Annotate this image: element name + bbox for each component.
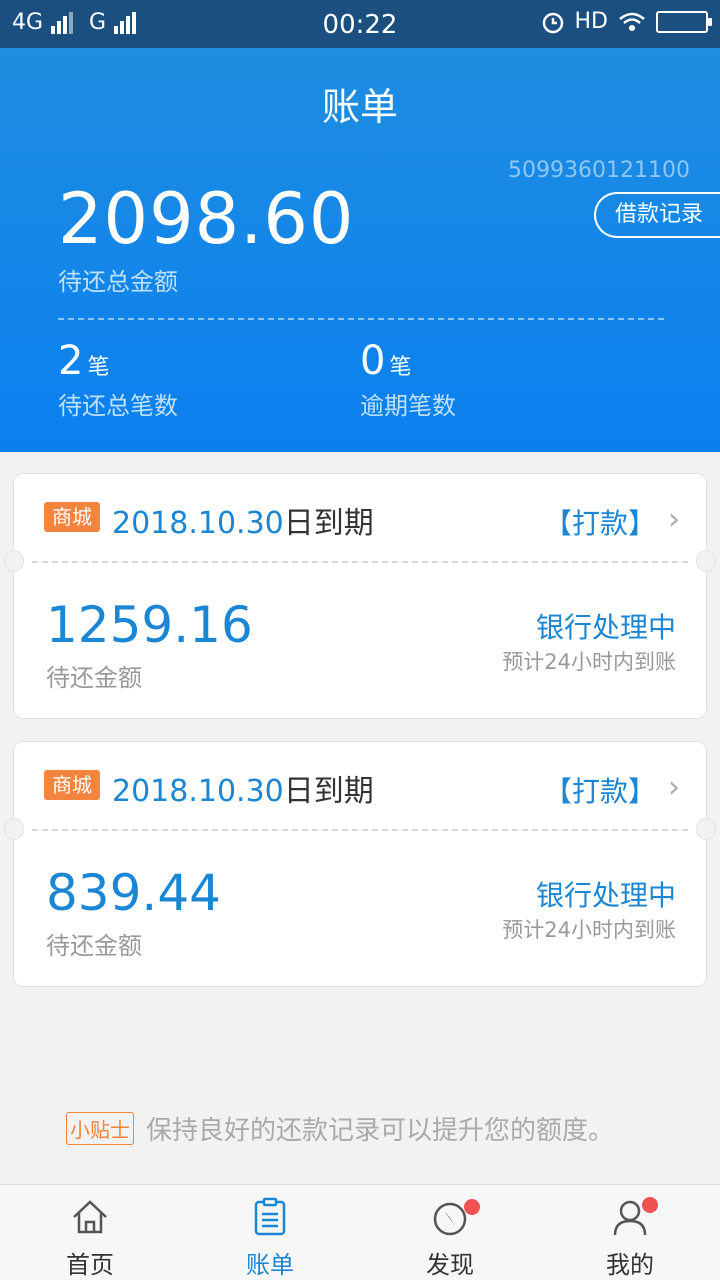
- card-notch: [696, 818, 716, 840]
- overdue-count-stat: 0笔 逾期笔数: [360, 338, 456, 421]
- tab-bill[interactable]: 账单: [180, 1185, 360, 1280]
- total-amount-label: 待还总金额: [58, 268, 178, 296]
- mall-tag: 商城: [44, 770, 100, 800]
- pending-count-stat: 2笔 待还总笔数: [58, 338, 178, 421]
- divider: [58, 318, 664, 320]
- tip-banner: 小贴士 保持良好的还款记录可以提升您的额度。: [66, 1110, 614, 1147]
- bill-card[interactable]: 商城 2018.10.30日到期 【打款】 › 839.44 待还金额 银行处理…: [4, 741, 716, 987]
- bill-status: 银行处理中: [535, 879, 676, 912]
- tab-discover[interactable]: 发现: [360, 1185, 540, 1280]
- alarm-icon: [542, 12, 563, 33]
- card-notch: [4, 818, 24, 840]
- notification-badge: [464, 1199, 480, 1215]
- pending-count-label: 待还总笔数: [58, 392, 178, 420]
- overdue-unit: 笔: [389, 355, 412, 380]
- card-notch: [696, 550, 716, 572]
- bill-status: 银行处理中: [535, 611, 676, 644]
- card-divider: [32, 829, 688, 831]
- tab-label: 我的: [606, 1251, 654, 1279]
- tip-tag: 小贴士: [66, 1112, 134, 1145]
- battery-icon: [656, 10, 712, 33]
- card-notch: [4, 550, 24, 572]
- mall-tag: 商城: [44, 502, 100, 532]
- pending-unit: 笔: [87, 355, 110, 380]
- bill-amount: 839.44: [46, 864, 221, 922]
- hd-label: HD: [574, 9, 608, 34]
- account-number: 5099360121100: [508, 158, 690, 183]
- bill-status-note: 预计24小时内到账: [502, 918, 676, 942]
- bill-card[interactable]: 商城 2018.10.30日到期 【打款】 › 1259.16 待还金额 银行处…: [4, 473, 716, 719]
- chevron-right-icon[interactable]: ›: [668, 502, 680, 537]
- tab-mine[interactable]: 我的: [540, 1185, 720, 1280]
- pay-link[interactable]: 【打款】: [544, 502, 656, 542]
- due-suffix: 日到期: [283, 774, 374, 809]
- notification-badge: [642, 1197, 658, 1213]
- pay-link[interactable]: 【打款】: [544, 770, 656, 810]
- due-suffix: 日到期: [283, 506, 374, 541]
- due-date: 2018.10.30日到期: [112, 498, 374, 542]
- bill-amount-label: 待还金额: [46, 664, 142, 692]
- tab-label: 账单: [246, 1251, 294, 1279]
- card-divider: [32, 561, 688, 563]
- tab-label: 首页: [66, 1251, 114, 1279]
- bill-summary-header: 账单 5099360121100 借款记录 2098.60 待还总金额 2笔 待…: [0, 48, 720, 452]
- status-bar: 4G G 00:22 HD: [0, 0, 720, 48]
- page-title: 账单: [321, 85, 398, 129]
- due-date: 2018.10.30日到期: [112, 766, 374, 810]
- total-amount: 2098.60: [58, 178, 355, 260]
- wifi-icon: [619, 12, 645, 31]
- loan-record-button[interactable]: 借款记录: [594, 192, 720, 238]
- tip-text: 保持良好的还款记录可以提升您的额度。: [146, 1116, 615, 1146]
- due-date-value: 2018.10.30: [112, 506, 284, 541]
- overdue-count: 0: [360, 338, 386, 384]
- bottom-tab-bar: 首页 账单 发现 我的: [0, 1184, 720, 1280]
- chevron-right-icon[interactable]: ›: [668, 770, 680, 805]
- overdue-count-label: 逾期笔数: [360, 392, 456, 420]
- pending-count: 2: [58, 338, 84, 384]
- due-date-value: 2018.10.30: [112, 774, 284, 809]
- home-icon: [73, 1200, 107, 1234]
- bill-amount-label: 待还金额: [46, 932, 142, 960]
- tab-label: 发现: [426, 1251, 474, 1279]
- tab-home[interactable]: 首页: [0, 1185, 180, 1280]
- bill-status-note: 预计24小时内到账: [502, 650, 676, 674]
- bill-icon: [254, 1197, 286, 1236]
- bill-amount: 1259.16: [46, 596, 253, 654]
